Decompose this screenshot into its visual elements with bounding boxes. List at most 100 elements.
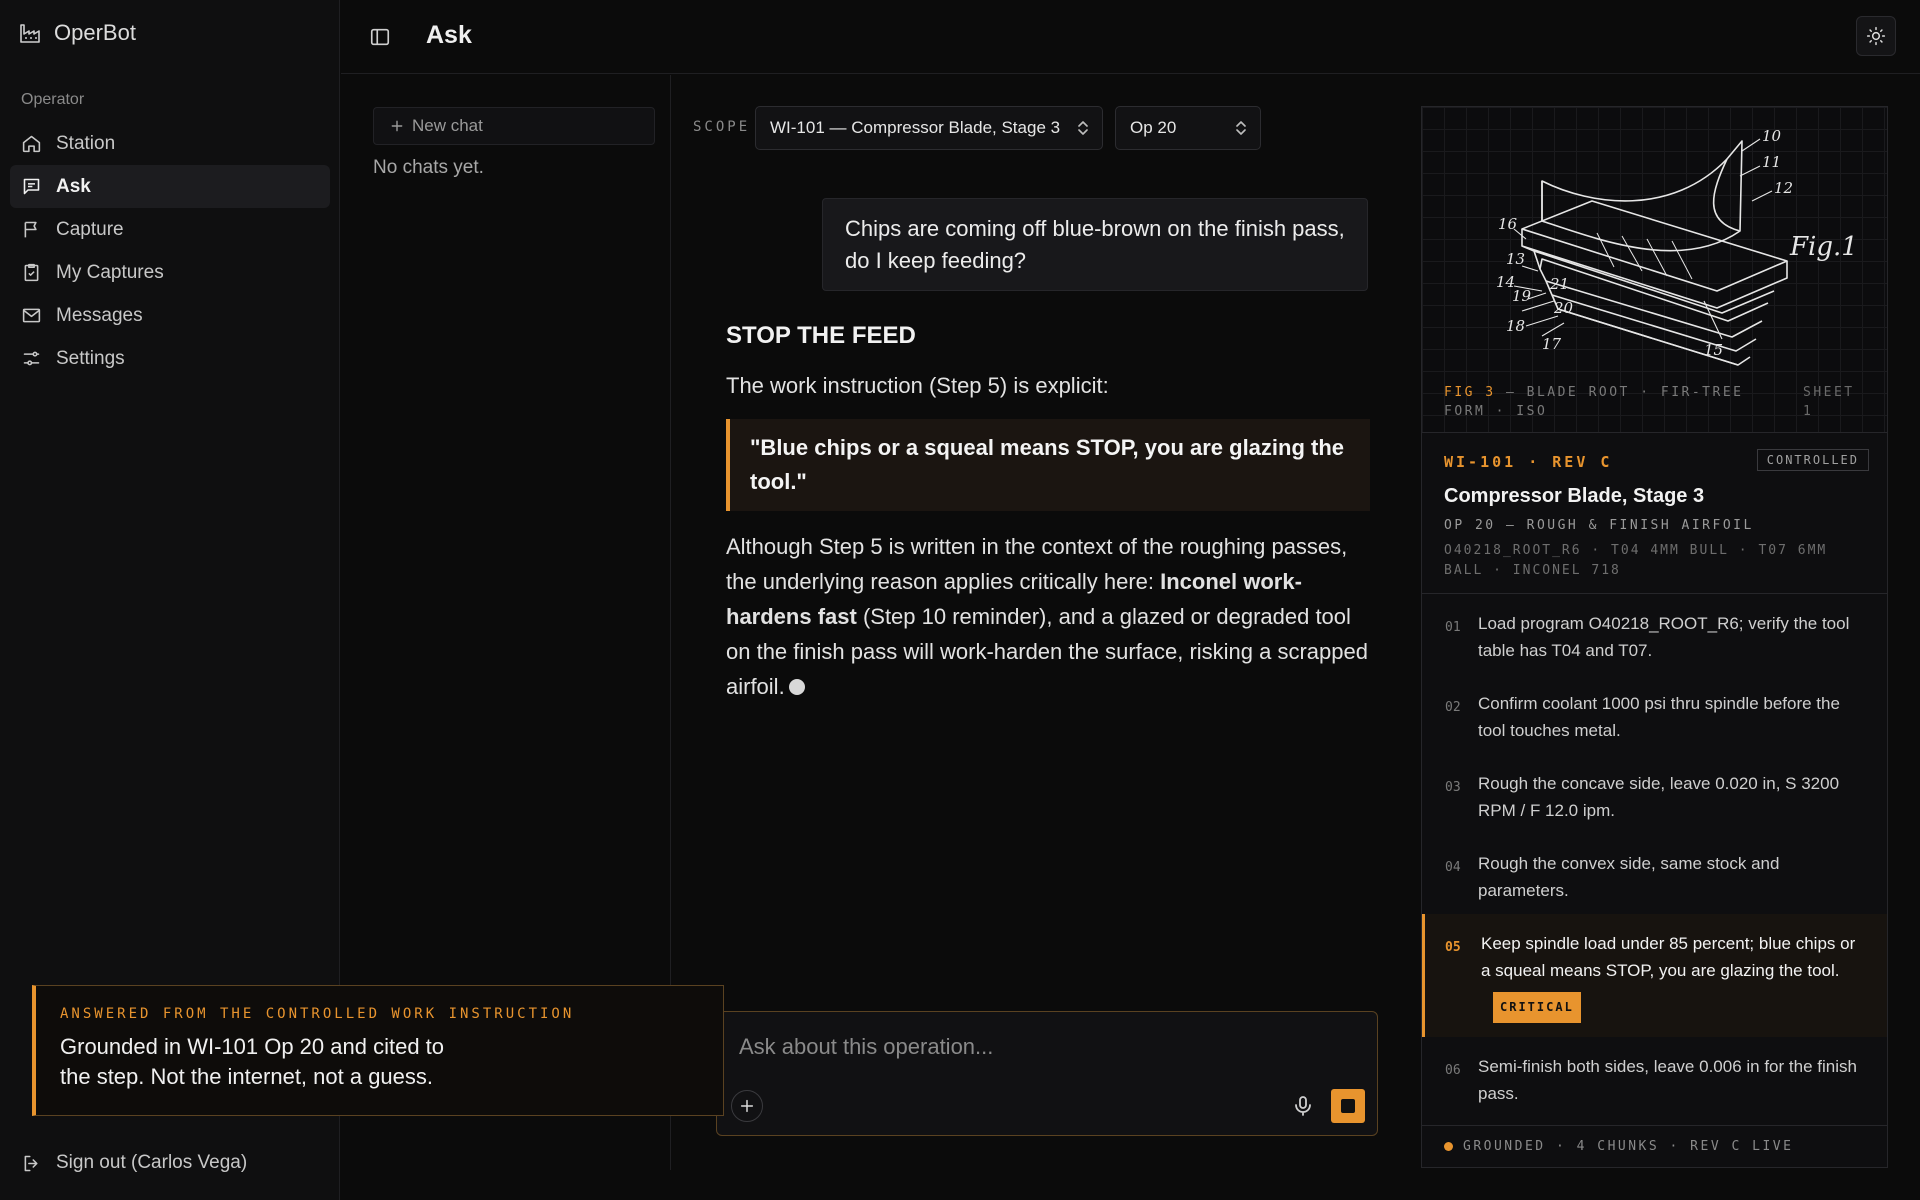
new-chat-button[interactable]: New chat: [373, 107, 655, 145]
operation-select-value: Op 20: [1130, 118, 1177, 137]
figure-number: 12: [1774, 179, 1793, 197]
document-meta: O40218_ROOT_R6 · T04 4MM BULL · T07 6MM …: [1444, 543, 1828, 578]
ask-input[interactable]: [739, 1030, 1339, 1064]
flag-icon: [24, 221, 37, 238]
step-item[interactable]: 02 Confirm coolant 1000 psi thru spindle…: [1422, 674, 1887, 754]
grounding-callout: ANSWERED FROM THE CONTROLLED WORK INSTRU…: [32, 985, 724, 1116]
empty-chats-message: No chats yet.: [373, 157, 484, 178]
figure-caption: FIG 3 — BLADE ROOT · FIR-TREE FORM · ISO: [1444, 383, 1784, 421]
microphone-icon[interactable]: [1291, 1094, 1315, 1118]
step-item[interactable]: 04 Rough the convex side, same stock and…: [1422, 834, 1887, 914]
step-number: 06: [1445, 1063, 1461, 1078]
blade-root-figure[interactable]: 10 11 12 16 13 14 19 21 20 18 17 15 Fig.…: [1422, 107, 1887, 433]
operation-select[interactable]: Op 20: [1115, 106, 1261, 150]
sliders-icon: [23, 351, 40, 366]
figure-number: 21: [1549, 275, 1569, 293]
figure-ref: FIG 3: [1444, 385, 1496, 400]
scope-label: SCOPE: [693, 119, 751, 135]
figure-label: Fig.1: [1789, 232, 1858, 262]
work-instruction-panel: 10 11 12 16 13 14 19 21 20 18 17 15 Fig.…: [1421, 106, 1888, 1168]
step-number: 04: [1445, 860, 1461, 875]
sidebar-item-ask[interactable]: Ask: [10, 165, 330, 208]
patent-drawing: 10 11 12 16 13 14 19 21 20 18 17 15 Fig.…: [1496, 127, 1858, 366]
new-chat-label: New chat: [412, 116, 483, 135]
sidebar-item-station[interactable]: Station: [10, 122, 330, 165]
answer-body: Although Step 5 is written in the contex…: [726, 529, 1370, 704]
callout-body: Grounded in WI-101 Op 20 and cited to th…: [60, 1034, 445, 1089]
home-icon: [22, 135, 41, 153]
step-text: Semi-finish both sides, leave 0.006 in f…: [1478, 1057, 1857, 1103]
sidebar-item-label: Ask: [56, 175, 91, 197]
step-number: 05: [1445, 940, 1461, 955]
stop-generation-button[interactable]: [1331, 1089, 1365, 1123]
step-text: Rough the convex side, same stock and pa…: [1478, 854, 1780, 900]
figure-number: 15: [1704, 341, 1723, 359]
sidebar-item-label: Station: [56, 132, 116, 154]
theme-toggle-button[interactable]: [1856, 16, 1896, 56]
document-header: WI-101 · REV C CONTROLLED Compressor Bla…: [1444, 449, 1869, 581]
answer-intro: The work instruction (Step 5) is explici…: [726, 373, 1109, 398]
plus-icon: [391, 120, 403, 132]
sidebar-section-label: Operator: [21, 91, 85, 108]
instruction-select-value: WI-101 — Compressor Blade, Stage 3: [770, 118, 1061, 137]
chevron-updown-icon: [1236, 121, 1246, 135]
attach-button[interactable]: [731, 1090, 763, 1122]
clipboard-icon: [24, 263, 39, 282]
step-item[interactable]: 03 Rough the concave side, leave 0.020 i…: [1422, 754, 1887, 834]
controlled-badge: CONTROLLED: [1756, 449, 1869, 471]
sidebar-item-label: My Captures: [56, 261, 164, 283]
sign-out-label: Sign out (Carlos Vega): [56, 1152, 248, 1173]
sidebar-toggle-icon[interactable]: [369, 26, 391, 48]
sun-icon: [1866, 26, 1886, 46]
figure-sheet: SHEET 1: [1803, 385, 1855, 419]
sidebar-item-capture[interactable]: Capture: [10, 208, 330, 251]
figure-number: 13: [1506, 250, 1525, 268]
sidebar-item-label: Messages: [56, 304, 143, 326]
step-text: Keep spindle load under 85 percent; blue…: [1481, 934, 1856, 980]
step-text: Rough the concave side, leave 0.020 in, …: [1478, 774, 1840, 820]
figure-number: 19: [1512, 287, 1532, 305]
step-number: 02: [1445, 700, 1461, 715]
stop-icon: [1341, 1099, 1355, 1113]
chevron-updown-icon: [1078, 121, 1088, 135]
document-title: Compressor Blade, Stage 3: [1444, 485, 1705, 507]
step-text: Load program O40218_ROOT_R6; verify the …: [1478, 614, 1850, 660]
sidebar-item-messages[interactable]: Messages: [10, 294, 330, 337]
grounding-status-text: GROUNDED · 4 CHUNKS · REV C LIVE: [1463, 1139, 1794, 1154]
sign-out-button[interactable]: Sign out (Carlos Vega): [21, 1152, 247, 1174]
figure-number: 20: [1553, 299, 1574, 317]
streaming-indicator: [788, 679, 805, 695]
answer-quote: "Blue chips or a squeal means STOP, you …: [726, 419, 1370, 511]
step-item-critical[interactable]: 05 Keep spindle load under 85 percent; b…: [1422, 914, 1887, 1037]
page-title: Ask: [426, 21, 472, 49]
logout-icon: [24, 1155, 38, 1171]
brand[interactable]: OperBot: [18, 20, 136, 46]
figure-number: 18: [1506, 317, 1525, 335]
sidebar-item-label: Capture: [56, 218, 124, 240]
composer: [716, 1011, 1378, 1136]
app-name: OperBot: [54, 20, 136, 45]
sidebar-item-settings[interactable]: Settings: [10, 337, 330, 380]
figure-number: 10: [1762, 127, 1782, 145]
critical-tag: CRITICAL: [1493, 992, 1581, 1023]
chat-icon: [23, 178, 40, 195]
figure-number: 11: [1762, 153, 1781, 171]
step-text: Confirm coolant 1000 psi thru spindle be…: [1478, 694, 1840, 740]
step-list: 01 Load program O40218_ROOT_R6; verify t…: [1422, 593, 1887, 1117]
plus-icon: [740, 1099, 754, 1113]
step-number: 01: [1445, 620, 1461, 635]
answer-heading: STOP THE FEED: [726, 322, 916, 349]
live-dot-icon: [1444, 1142, 1453, 1151]
instruction-select[interactable]: WI-101 — Compressor Blade, Stage 3: [755, 106, 1103, 150]
step-item[interactable]: 01 Load program O40218_ROOT_R6; verify t…: [1422, 594, 1887, 674]
grounding-status: GROUNDED · 4 CHUNKS · REV C LIVE: [1422, 1125, 1887, 1167]
mail-icon: [22, 308, 41, 323]
top-bar: Ask: [341, 0, 1920, 74]
factory-icon: [20, 24, 40, 43]
figure-number: 16: [1498, 215, 1518, 233]
document-operation: OP 20 — ROUGH & FINISH AIRFOIL: [1444, 518, 1754, 533]
step-item[interactable]: 06 Semi-finish both sides, leave 0.006 i…: [1422, 1037, 1887, 1117]
sidebar-item-my-captures[interactable]: My Captures: [10, 251, 330, 294]
assistant-answer: STOP THE FEED The work instruction (Step…: [726, 322, 1370, 704]
sidebar-item-label: Settings: [56, 347, 125, 369]
